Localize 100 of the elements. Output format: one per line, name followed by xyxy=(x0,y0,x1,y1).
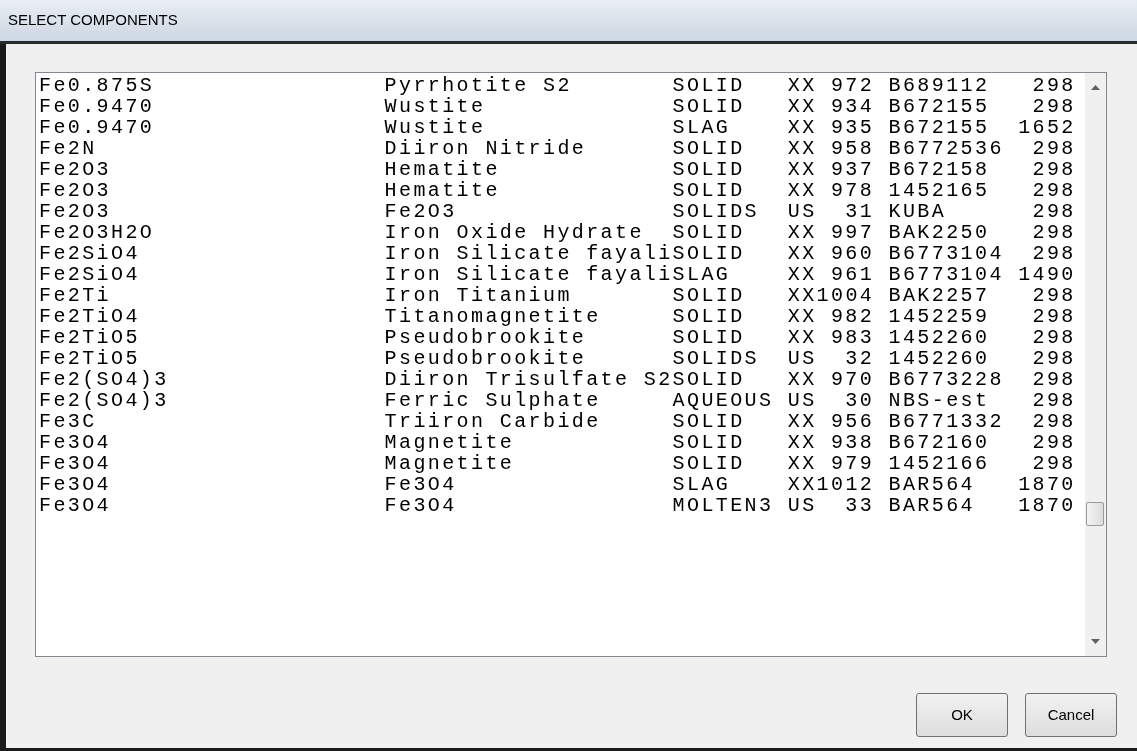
list-cell: SLAG xyxy=(672,263,731,286)
scroll-down-icon[interactable] xyxy=(1091,639,1100,644)
list-cell: SOLIDS xyxy=(672,347,759,370)
list-cell: Fe2(SO4)3 xyxy=(39,368,169,391)
list-cell: B689112 xyxy=(888,74,990,97)
list-cell: SOLID xyxy=(672,410,745,433)
scrollbar[interactable] xyxy=(1085,73,1106,656)
list-cell: 298 xyxy=(1032,305,1076,328)
list-cell: SOLID xyxy=(672,158,745,181)
list-cell: XX xyxy=(787,452,817,475)
list-cell: SLAG xyxy=(672,473,731,496)
list-cell: XX xyxy=(787,473,817,496)
list-cell: B672155 xyxy=(888,95,990,118)
list-cell: BAR564 xyxy=(888,473,975,496)
list-cell: 1652 xyxy=(1018,116,1076,139)
list-cell: SOLID xyxy=(672,179,745,202)
list-cell: 298 xyxy=(1032,389,1076,412)
dialog-button[interactable]: Cancel xyxy=(1025,693,1117,737)
list-cell: 1870 xyxy=(1018,494,1076,517)
list-cell: SOLID xyxy=(672,221,745,244)
list-cell: 298 xyxy=(1032,137,1076,160)
list-cell: Fe2(SO4)3 xyxy=(39,389,169,412)
list-cell: XX xyxy=(787,137,817,160)
list-cell: Hematite xyxy=(384,179,500,202)
list-cell: Fe0.875S xyxy=(39,74,155,97)
list-cell: XX xyxy=(787,326,817,349)
list-cell: 972 xyxy=(830,74,875,97)
list-cell: SOLID xyxy=(672,326,745,349)
list-cell: 298 xyxy=(1032,326,1076,349)
list-cell: Fe2SiO4 xyxy=(39,263,140,286)
list-cell: 298 xyxy=(1032,95,1076,118)
list-cell: XX xyxy=(787,305,817,328)
scroll-up-icon[interactable] xyxy=(1091,85,1100,90)
list-cell: XX xyxy=(787,95,817,118)
list-cell: XX xyxy=(787,116,817,139)
list-cell: Fe2Ti xyxy=(39,284,111,307)
list-cell: Pseudobrookite xyxy=(384,347,587,370)
list-cell: 956 xyxy=(830,410,875,433)
list-cell: Fe2SiO4 xyxy=(39,242,140,265)
list-cell: Pyrrhotite S2 xyxy=(384,74,572,97)
list-cell: 298 xyxy=(1032,74,1076,97)
list-cell: 1452260 xyxy=(888,326,990,349)
list-cell: XX xyxy=(787,221,817,244)
list-cell: Hematite xyxy=(384,158,500,181)
list-cell: 1452259 xyxy=(888,305,990,328)
list-cell: Fe3C xyxy=(39,410,97,433)
list-cell: 298 xyxy=(1032,221,1076,244)
list-cell: US xyxy=(787,389,817,412)
list-cell: BAK2250 xyxy=(888,221,990,244)
list-cell: 298 xyxy=(1032,452,1076,475)
list-cell: 1870 xyxy=(1018,473,1076,496)
list-cell: 1452260 xyxy=(888,347,990,370)
list-cell: 1452166 xyxy=(888,452,990,475)
list-cell: SLAG xyxy=(672,116,731,139)
list-cell: XX xyxy=(787,410,817,433)
list-cell: B6772536 xyxy=(888,137,1004,160)
list-cell: Fe2O3 xyxy=(39,179,111,202)
list-cell: 298 xyxy=(1032,410,1076,433)
list-cell: US xyxy=(787,494,817,517)
list-cell: 298 xyxy=(1032,242,1076,265)
list-cell: Diiron Trisulfate S2 xyxy=(384,368,673,391)
list-cell: B672158 xyxy=(888,158,990,181)
list-cell: 983 xyxy=(830,326,875,349)
list-cell: SOLID xyxy=(672,284,745,307)
list-cell: Diiron Nitride xyxy=(384,137,587,160)
list-cell: Fe2TiO4 xyxy=(39,305,140,328)
list-cell: B672160 xyxy=(888,431,990,454)
list-cell: 1490 xyxy=(1018,263,1076,286)
list-cell: NBS-est xyxy=(888,389,990,412)
list-cell: Fe3O4 xyxy=(39,473,111,496)
list-cell: 982 xyxy=(830,305,875,328)
scroll-thumb[interactable] xyxy=(1086,502,1104,526)
list-cell: XX xyxy=(787,242,817,265)
list-cell: 997 xyxy=(830,221,875,244)
list-cell: 31 xyxy=(845,200,875,223)
list-cell: Iron Oxide Hydrate xyxy=(384,221,644,244)
list-cell: Magnetite xyxy=(384,452,515,475)
list-cell: Fe2O3H2O xyxy=(39,221,155,244)
list-cell: Fe2O3 xyxy=(384,200,457,223)
list-cell: 1012 xyxy=(816,473,875,496)
list-cell: XX xyxy=(787,368,817,391)
dialog-button[interactable]: OK xyxy=(916,693,1008,737)
list-cell: SOLID xyxy=(672,431,745,454)
list-cell: 960 xyxy=(830,242,875,265)
list-cell: SOLID xyxy=(672,242,745,265)
list-cell: B6773104 xyxy=(888,263,1004,286)
list-cell: SOLIDS xyxy=(672,200,759,223)
list-cell: 970 xyxy=(830,368,875,391)
list-cell: KUBA xyxy=(888,200,947,223)
list-cell: Fe2O3 xyxy=(39,158,111,181)
list-cell: Fe3O4 xyxy=(39,452,111,475)
list-cell: 1004 xyxy=(816,284,875,307)
list-cell: Titanomagnetite xyxy=(384,305,601,328)
list-cell: Iron Silicate fayali xyxy=(384,263,673,286)
list-cell: US xyxy=(787,200,817,223)
list-cell: 30 xyxy=(845,389,875,412)
list-cell: Fe3O4 xyxy=(384,473,457,496)
list-cell: 937 xyxy=(830,158,875,181)
list-cell: Fe3O4 xyxy=(39,431,111,454)
component-list[interactable] xyxy=(35,72,1107,657)
